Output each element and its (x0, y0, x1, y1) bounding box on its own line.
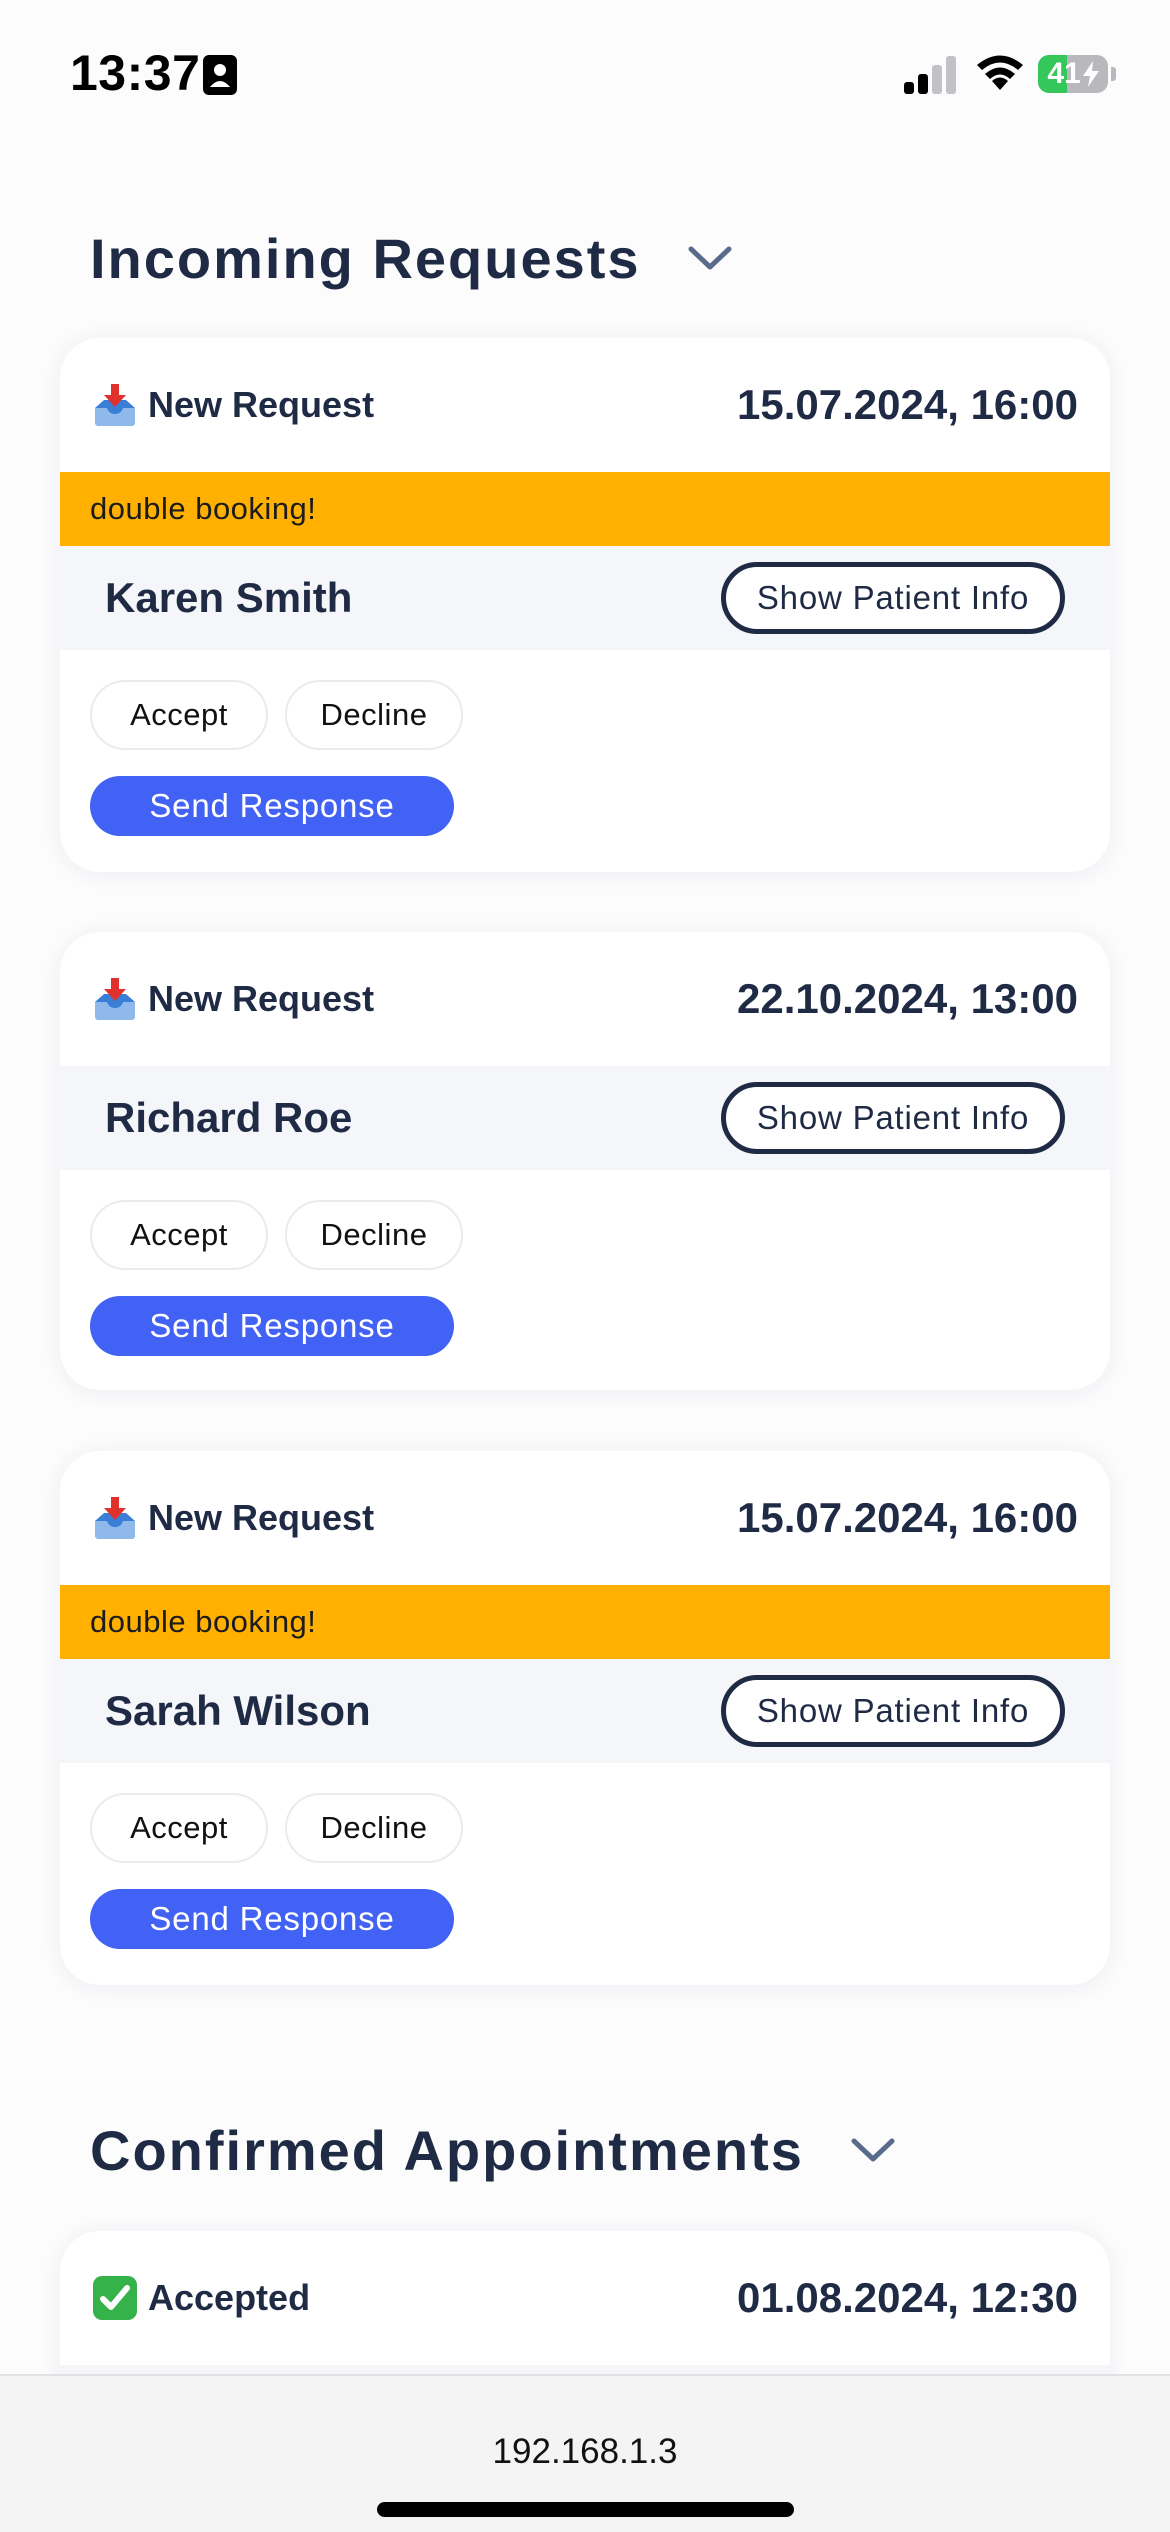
cellular-signal-icon (904, 56, 956, 94)
show-patient-info-button[interactable]: Show Patient Info (721, 1082, 1065, 1154)
inbox-tray-icon (95, 978, 135, 1020)
request-card: New Request 22.10.2024, 13:00 Richard Ro… (60, 932, 1110, 1390)
url-address[interactable]: 192.168.1.3 (0, 2432, 1170, 2472)
incoming-requests-title: Incoming Requests (90, 226, 641, 290)
incoming-requests-header[interactable]: Incoming Requests (90, 218, 733, 298)
send-response-button[interactable]: Send Response (90, 1296, 454, 1356)
chevron-down-icon[interactable] (850, 2135, 896, 2165)
double-booking-warning: double booking! (60, 472, 1110, 546)
battery-level: 41 (1047, 57, 1081, 90)
decline-button[interactable]: Decline (285, 1200, 463, 1270)
patient-name: Karen Smith (105, 574, 353, 621)
patient-row: Sarah Wilson Show Patient Info (60, 1659, 1110, 1763)
inbox-tray-icon (95, 1497, 135, 1539)
accept-button[interactable]: Accept (90, 1200, 268, 1270)
show-patient-info-button[interactable]: Show Patient Info (721, 562, 1065, 634)
show-patient-info-button[interactable]: Show Patient Info (721, 1675, 1065, 1747)
request-card: New Request 15.07.2024, 16:00 double boo… (60, 338, 1110, 872)
request-status: New Request (148, 978, 375, 1019)
battery-charging-icon: 41 (1038, 55, 1116, 93)
decline-button[interactable]: Decline (285, 680, 463, 750)
request-status: New Request (148, 384, 375, 425)
request-status: New Request (148, 1497, 375, 1538)
status-time: 13:37 (70, 45, 201, 101)
accept-button[interactable]: Accept (90, 1793, 268, 1863)
status-bar: 13:37 41 (0, 0, 1170, 150)
charging-bolt-icon (1082, 61, 1099, 87)
contact-card-icon (203, 55, 237, 95)
home-indicator[interactable] (377, 2502, 794, 2517)
appointment-datetime: 01.08.2024, 12:30 (737, 2274, 1078, 2321)
patient-row: Karen Smith Show Patient Info (60, 546, 1110, 650)
browser-bottom-bar: 192.168.1.3 (0, 2374, 1170, 2532)
wifi-icon (977, 55, 1023, 90)
double-booking-warning: double booking! (60, 1585, 1110, 1659)
patient-name: Sarah Wilson (105, 1687, 371, 1734)
decline-button[interactable]: Decline (285, 1793, 463, 1863)
appointment-status: Accepted (148, 2277, 311, 2318)
request-card: New Request 15.07.2024, 16:00 double boo… (60, 1451, 1110, 1985)
confirmed-appointments-title: Confirmed Appointments (90, 2118, 804, 2182)
check-mark-icon (93, 2276, 137, 2320)
accept-button[interactable]: Accept (90, 680, 268, 750)
inbox-tray-icon (95, 384, 135, 426)
chevron-down-icon[interactable] (687, 243, 733, 273)
request-datetime: 15.07.2024, 16:00 (737, 1494, 1078, 1541)
patient-row: Richard Roe Show Patient Info (60, 1066, 1110, 1170)
request-datetime: 22.10.2024, 13:00 (737, 975, 1078, 1022)
send-response-button[interactable]: Send Response (90, 776, 454, 836)
request-datetime: 15.07.2024, 16:00 (737, 381, 1078, 428)
patient-name: Richard Roe (105, 1094, 353, 1141)
confirmed-appointments-header[interactable]: Confirmed Appointments (90, 2110, 896, 2190)
send-response-button[interactable]: Send Response (90, 1889, 454, 1949)
